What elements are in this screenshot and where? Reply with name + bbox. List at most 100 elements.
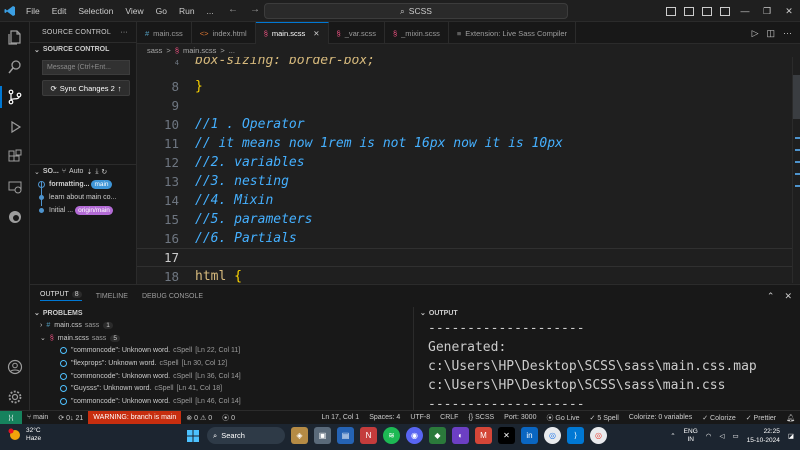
customize-layout-icon[interactable] (720, 6, 730, 16)
toggle-panel-icon[interactable] (684, 6, 694, 16)
tab-var-scss[interactable]: § _var.scss (329, 22, 385, 44)
commit-item[interactable]: formatting... main (30, 178, 137, 191)
maximize-icon[interactable]: ❐ (756, 6, 778, 17)
editor-scrollbar[interactable] (792, 57, 800, 283)
problem-row[interactable]: "flexprops": Unknown word. cSpell [Ln 30… (30, 357, 413, 370)
gmail-icon[interactable]: M (475, 427, 492, 444)
panel-tab-output[interactable]: OUTPUT 8 (40, 291, 82, 301)
discord-icon[interactable]: ◉ (406, 427, 423, 444)
spell-status[interactable]: ✓ 5 Spell (585, 414, 624, 422)
chrome-profile-icon[interactable]: ◎ (590, 427, 607, 444)
breadcrumb-file[interactable]: main.scss (183, 46, 216, 55)
battery-icon[interactable]: ▭ (732, 432, 738, 440)
input-language[interactable]: ENG IN (684, 428, 698, 444)
source-control-graph-header[interactable]: ⌄ SO... ⑂ Auto ⇣ ⤓ ↻ (30, 164, 137, 178)
remote-indicator-icon[interactable]: ⟩⟨ (0, 410, 22, 425)
problems-header[interactable]: ⌄ PROBLEMS (30, 307, 413, 319)
weather-widget[interactable]: 32°C Haze (8, 427, 41, 443)
branch-status[interactable]: ⑂ main (22, 414, 53, 421)
clock[interactable]: 22:25 15-10-2024 (747, 427, 780, 445)
notifications-icon[interactable]: ◪ (788, 432, 794, 440)
tab-main-css[interactable]: # main.css (137, 22, 192, 44)
graph-branch-icon[interactable]: ⑂ (62, 168, 66, 175)
menu-file[interactable]: File (20, 0, 46, 22)
tab-main-scss[interactable]: § main.scss ✕ (255, 22, 329, 44)
output-header[interactable]: ⌄ OUTPUT (416, 307, 800, 319)
cursor-position[interactable]: Ln 17, Col 1 (316, 414, 364, 421)
scrollbar-thumb[interactable] (793, 75, 800, 119)
commit-item[interactable]: learn about main co... (30, 191, 137, 204)
more-actions-icon[interactable]: ··· (120, 29, 128, 36)
menu-edit[interactable]: Edit (46, 0, 73, 22)
tab-extension-live-sass[interactable]: ≡ Extension: Live Sass Compiler (449, 22, 577, 44)
taskbar-search[interactable]: ⌕ Search (207, 427, 285, 444)
problem-row[interactable]: "commoncode": Unknown word. cSpell [Ln 3… (30, 370, 413, 383)
problem-file-row[interactable]: › # main.css sass 1 (30, 319, 413, 332)
file-explorer-icon[interactable]: ▤ (337, 427, 354, 444)
wifi-icon[interactable]: ◠ (706, 432, 712, 440)
close-tab-icon[interactable]: ✕ (313, 29, 319, 38)
end-of-line[interactable]: CRLF (435, 414, 463, 421)
problems-status[interactable]: ⊗ 0 ⚠ 0 (181, 414, 217, 422)
back-arrow-icon[interactable]: ← (228, 4, 238, 15)
sync-status[interactable]: ⟳ 0↓ 21 (53, 414, 88, 422)
widgets-app-icon[interactable]: ◈ (291, 427, 308, 444)
source-control-section-header[interactable]: ⌄ SOURCE CONTROL (30, 42, 136, 56)
panel-tab-debug-console[interactable]: DEBUG CONSOLE (142, 293, 203, 300)
colorize-toggle[interactable]: ✓ Colorize (697, 414, 741, 422)
extensions-icon[interactable] (0, 142, 30, 172)
prettier-status[interactable]: ✓ Prettier (741, 414, 781, 422)
account-icon[interactable] (0, 352, 30, 382)
linkedin-icon[interactable]: in (521, 427, 538, 444)
chevron-up-icon[interactable]: ⌃ (767, 291, 775, 302)
toggle-sidebar-icon[interactable] (666, 6, 676, 16)
chrome-icon[interactable]: ◎ (544, 427, 561, 444)
problem-file-row[interactable]: ⌄ § main.scss sass 5 (30, 332, 413, 345)
breadcrumb-symbol[interactable]: ... (229, 46, 235, 55)
menu-go[interactable]: Go (150, 0, 173, 22)
command-center-search[interactable]: ⌕ SCSS (264, 3, 568, 19)
encoding[interactable]: UTF-8 (405, 414, 435, 421)
sync-changes-button[interactable]: ⟳ Sync Changes 2 ↑ (42, 80, 130, 96)
windows-start-icon[interactable] (184, 427, 201, 444)
remote-explorer-icon[interactable] (0, 172, 30, 202)
branch-warning[interactable]: WARNING: branch is main (88, 410, 182, 425)
language-mode[interactable]: {} SCSS (463, 414, 499, 421)
pull-icon[interactable]: ⤓ (95, 168, 98, 176)
more-actions-icon[interactable]: ··· (783, 28, 792, 38)
menu-selection[interactable]: Selection (72, 0, 119, 22)
explorer-icon[interactable] (0, 22, 30, 52)
search-view-icon[interactable] (0, 52, 30, 82)
ports-status[interactable]: ⦿ 0 (217, 413, 240, 423)
panel-tab-timeline[interactable]: TIMELINE (96, 293, 128, 300)
source-control-icon[interactable] (0, 82, 30, 112)
netflix-icon[interactable]: N (360, 427, 377, 444)
spotify-icon[interactable]: ≋ (383, 427, 400, 444)
colorize-variables[interactable]: Colorize: 0 variables (624, 414, 697, 421)
live-server-port[interactable]: Port: 3000 (499, 414, 541, 421)
refresh-icon[interactable]: ↻ (101, 168, 107, 176)
problem-row[interactable]: "commoncode": Unknown word. cSpell [Ln 2… (30, 344, 413, 357)
minimize-icon[interactable]: — (734, 6, 756, 16)
go-live-button[interactable]: ⦿ Go Live (541, 413, 584, 423)
breadcrumb-folder[interactable]: sass (147, 46, 162, 55)
menu-run[interactable]: Run (173, 0, 201, 22)
tab-mixin-scss[interactable]: § _mixin.scss (385, 22, 449, 44)
close-panel-icon[interactable]: ✕ (784, 291, 792, 302)
indentation[interactable]: Spaces: 4 (364, 414, 405, 421)
menu-view[interactable]: View (119, 0, 149, 22)
volume-icon[interactable]: ◁ (719, 432, 724, 440)
vscode-taskbar-icon[interactable]: ⟩ (567, 427, 584, 444)
close-window-icon[interactable]: ✕ (778, 6, 800, 17)
fetch-icon[interactable]: ⇣ (86, 168, 92, 176)
app-icon[interactable]: ◐ (452, 427, 469, 444)
manage-gear-icon[interactable] (0, 382, 30, 412)
problem-row[interactable]: "Guysss": Unknown word. cSpell [Ln 41, C… (30, 382, 413, 395)
code-editor[interactable]: 4 box-sizing: border-box; 8 } 9 10 //1 .… (137, 57, 792, 283)
graph-auto[interactable]: Auto (69, 168, 83, 175)
menu-more[interactable]: ... (201, 0, 220, 22)
split-editor-icon[interactable]: ◫ (766, 28, 775, 39)
task-view-icon[interactable]: ▣ (314, 427, 331, 444)
edge-devtools-icon[interactable] (0, 202, 30, 232)
forward-arrow-icon[interactable]: → (250, 4, 260, 15)
